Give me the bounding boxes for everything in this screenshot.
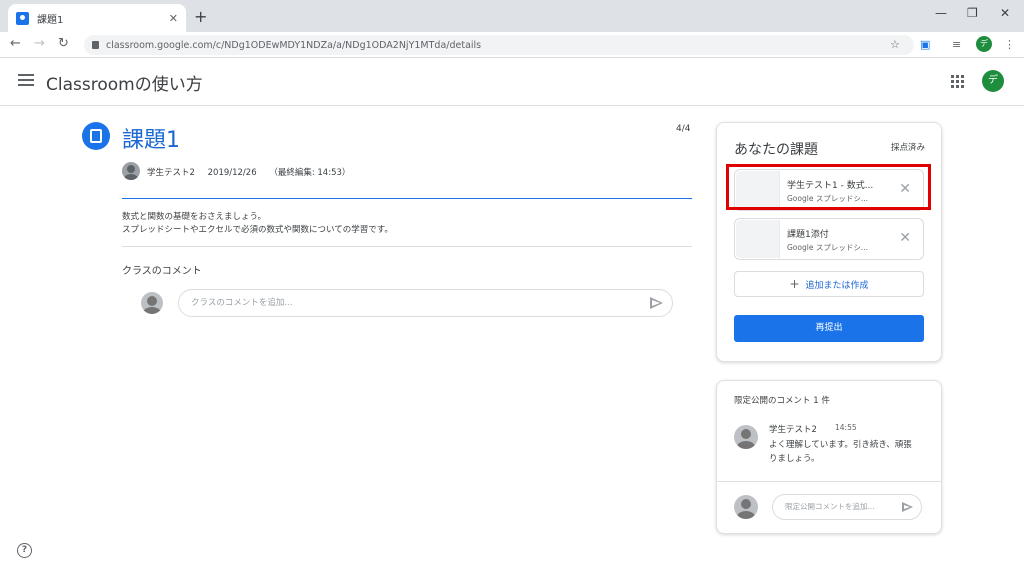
red-highlight-box	[726, 164, 931, 210]
add-or-create-button[interactable]: + 追加または作成	[734, 271, 924, 297]
attachment-type: Google スプレッドシ...	[787, 243, 868, 252]
remove-attachment-icon[interactable]: ✕	[899, 230, 911, 246]
back-arrow-icon[interactable]: ←	[10, 36, 21, 51]
attachment-item[interactable]: 課題1添付 Google スプレッドシ... ✕	[734, 218, 924, 260]
private-comments-card: 限定公開のコメント 1 件 学生テスト2 14:55 よく理解しています。引き続…	[716, 380, 942, 534]
assignment-icon	[82, 122, 110, 150]
class-comment-placeholder: クラスのコメントを追加...	[191, 298, 293, 308]
author-avatar	[122, 162, 140, 180]
translate-icon[interactable]: ▣	[920, 38, 930, 51]
class-comments-heading: クラスのコメント	[122, 266, 202, 277]
title-divider	[122, 198, 692, 199]
url-text: classroom.google.com/c/NDg1ODEwMDY1NDZa/…	[106, 39, 482, 51]
tab-strip: 課題1 ✕ + — ❐ ✕	[0, 0, 1024, 32]
browser-toolbar: ← → ↻ classroom.google.com/c/NDg1ODEwMDY…	[0, 32, 1024, 58]
minimize-button[interactable]: —	[935, 6, 947, 20]
help-icon[interactable]: ?	[17, 543, 32, 558]
section-divider	[122, 246, 692, 247]
extension-icon[interactable]: ≡	[952, 38, 961, 51]
resubmit-button[interactable]: 再提出	[734, 315, 924, 342]
forward-arrow-icon[interactable]: →	[34, 36, 45, 51]
assignment-description: 数式と関数の基礎をおさえましょう。 スプレッドシートやエクセルで必須の数式や関数…	[122, 211, 393, 237]
comment-time: 14:55	[835, 423, 857, 432]
comment-divider	[717, 481, 941, 482]
author-name: 学生テスト2	[147, 168, 195, 178]
graded-status: 採点済み	[890, 143, 925, 153]
bookmark-star-icon[interactable]: ☆	[890, 38, 900, 51]
send-icon[interactable]	[902, 502, 913, 512]
send-icon[interactable]	[650, 297, 663, 309]
private-comment-input[interactable]: 限定公開コメントを追加...	[772, 494, 922, 520]
browser-tab[interactable]: 課題1 ✕	[8, 4, 186, 32]
new-tab-button[interactable]: +	[194, 7, 207, 26]
browser-window: 課題1 ✕ + — ❐ ✕ ← → ↻ classroom.google.com…	[0, 0, 1024, 576]
attachment-name: 課題1添付	[787, 230, 829, 240]
user-avatar	[141, 292, 163, 314]
edited-time: （最終編集: 14:53）	[269, 168, 351, 178]
browser-profile-avatar[interactable]: デ	[976, 36, 992, 52]
classroom-favicon-icon	[16, 11, 29, 25]
reload-icon[interactable]: ↻	[58, 36, 69, 51]
address-bar[interactable]: classroom.google.com/c/NDg1ODEwMDY1NDZa/…	[84, 35, 914, 55]
comment-text: よく理解しています。引き続き、頑張りましょう。	[769, 440, 912, 464]
browser-menu-icon[interactable]: ⋮	[1004, 38, 1015, 51]
user-avatar	[734, 495, 758, 519]
commenter-name: 学生テスト2	[769, 425, 817, 435]
tab-close-icon[interactable]: ✕	[169, 12, 178, 25]
commenter-avatar	[734, 425, 758, 449]
app-header: Classroomの使い方 デ	[0, 58, 1024, 106]
class-comment-input[interactable]: クラスのコメントを追加...	[178, 289, 673, 317]
description-line: スプレッドシートやエクセルで必須の数式や関数についての学習です。	[122, 225, 393, 235]
assignment-count: 4/4	[676, 124, 691, 134]
lock-icon	[92, 41, 99, 49]
assignment-title: 課題1	[122, 128, 180, 153]
restore-button[interactable]: ❐	[967, 6, 978, 20]
apps-grid-icon[interactable]	[951, 75, 964, 88]
tab-title: 課題1	[37, 14, 64, 26]
your-work-card: あなたの課題 採点済み 学生テスト1 - 数式... Google スプレッドシ…	[716, 122, 942, 362]
your-work-title: あなたの課題	[734, 142, 818, 158]
private-comments-heading[interactable]: 限定公開のコメント 1 件	[734, 394, 830, 406]
close-window-button[interactable]: ✕	[1000, 6, 1010, 20]
assignment-meta: 学生テスト2 2019/12/26 （最終編集: 14:53）	[147, 166, 360, 178]
post-date: 2019/12/26	[207, 168, 257, 178]
attachment-thumbnail	[736, 220, 780, 258]
add-or-create-label: 追加または作成	[805, 281, 869, 291]
description-line: 数式と関数の基礎をおさえましょう。	[122, 212, 266, 222]
class-name[interactable]: Classroomの使い方	[46, 70, 203, 95]
private-comment-placeholder: 限定公開コメントを追加...	[785, 502, 875, 511]
menu-hamburger-icon[interactable]	[18, 74, 34, 87]
plus-icon: +	[789, 277, 800, 291]
account-avatar[interactable]: デ	[982, 70, 1004, 92]
